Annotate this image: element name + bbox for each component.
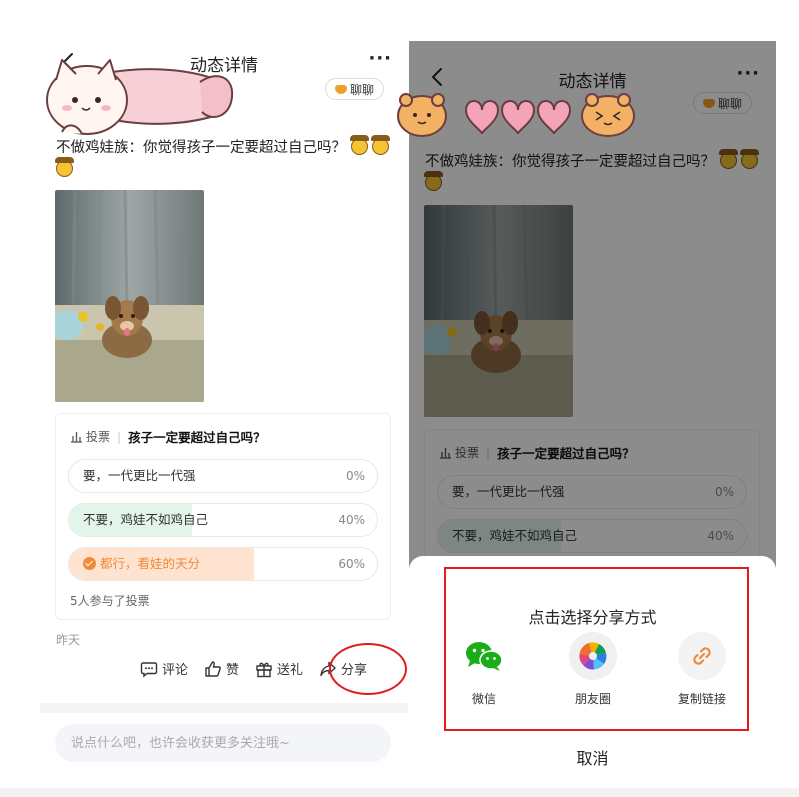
post-photo[interactable] [55, 190, 204, 402]
post-text-content: 不做鸡娃族：你觉得孩子一定要超过自己吗？ [425, 154, 715, 170]
vote-separator: | [486, 445, 491, 460]
vote-option[interactable]: 要，一代更比一代强 0% [68, 459, 378, 493]
check-circle-icon [83, 557, 96, 570]
post-photo[interactable] [424, 205, 573, 417]
gift-label: 送礼 [277, 663, 304, 678]
chat-button[interactable]: 聊聊 [325, 78, 385, 100]
like-label: 赞 [226, 663, 240, 678]
comment-label: 评论 [162, 663, 189, 678]
bear-hearts-sticker [397, 93, 635, 137]
post-time: 昨天 [56, 633, 81, 647]
vote-option-percent: 40% [707, 529, 734, 543]
cancel-button[interactable]: 取消 [409, 745, 776, 769]
vote-option-label: 都行，看娃的天分 [83, 548, 200, 580]
cowboy-emoji-icon [740, 149, 760, 169]
vote-option-label: 要，一代更比一代强 [452, 484, 565, 499]
cowboy-emoji-icon [55, 157, 74, 177]
cowboy-emoji-icon [718, 149, 738, 169]
vote-option[interactable]: 不要，鸡娃不如鸡自己 40% [437, 519, 747, 553]
vote-participants: 5人参与了投票 [70, 594, 150, 608]
gift-button[interactable]: 送礼 [255, 659, 303, 678]
vote-option-percent: 0% [714, 485, 734, 499]
share-highlight-ellipse [329, 643, 407, 695]
vote-separator: | [117, 429, 122, 444]
gift-icon [256, 662, 272, 677]
thumbs-up-icon [205, 660, 221, 677]
vote-option-selected[interactable]: 都行，看娃的天分 60% [68, 547, 378, 581]
vote-header: 投票 | 孩子一定要超过自己吗？ [439, 443, 635, 462]
bar-chart-icon [440, 447, 451, 459]
vote-option[interactable]: 要，一代更比一代强 0% [437, 475, 747, 509]
comment-icon [140, 661, 158, 677]
vote-option-percent: 0% [345, 469, 365, 483]
vote-option-percent: 60% [338, 557, 365, 571]
heart-icon [703, 98, 715, 108]
chat-button-label: 聊聊 [718, 96, 743, 111]
vote-option[interactable]: 不要，鸡娃不如鸡自己 40% [68, 503, 378, 537]
bar-chart-icon [71, 431, 82, 443]
vote-option-label: 不要，鸡娃不如鸡自己 [452, 528, 578, 543]
cowboy-emoji-icon [349, 135, 369, 155]
bottom-strip [0, 788, 799, 797]
post-text: 不做鸡娃族：你觉得孩子一定要超过自己吗？ [424, 149, 765, 195]
vote-option-label: 不要，鸡娃不如鸡自己 [83, 512, 209, 527]
more-options-icon[interactable]: ··· [736, 63, 760, 84]
vote-card: 投票 | 孩子一定要超过自己吗？ 要，一代更比一代强 0% 不要，鸡娃不如鸡自己… [55, 413, 391, 620]
chat-button[interactable]: 聊聊 [693, 92, 753, 114]
like-button[interactable]: 赞 [204, 659, 239, 678]
cat-candy-sticker [46, 59, 234, 135]
comment-button[interactable]: 评论 [140, 659, 188, 678]
vote-tag: 投票 [86, 430, 111, 444]
section-divider [40, 703, 408, 713]
cowboy-emoji-icon [371, 135, 391, 155]
dog-photo-image [55, 190, 204, 402]
cowboy-emoji-icon [424, 171, 443, 191]
heart-icon [335, 84, 347, 94]
vote-tag: 投票 [455, 446, 480, 460]
vote-question: 孩子一定要超过自己吗？ [128, 430, 266, 445]
vote-header: 投票 | 孩子一定要超过自己吗？ [70, 427, 266, 446]
page-title: 动态详情 [558, 72, 627, 92]
share-options-highlight-box [444, 567, 749, 731]
more-options-icon[interactable]: ··· [368, 48, 392, 69]
vote-option-percent: 40% [338, 513, 365, 527]
vote-option-text: 都行，看娃的天分 [100, 556, 201, 571]
vote-question: 孩子一定要超过自己吗？ [497, 446, 635, 461]
vote-option-label: 要，一代更比一代强 [83, 468, 196, 483]
comment-input[interactable] [55, 724, 391, 762]
dog-photo-image [424, 205, 573, 417]
chat-button-label: 聊聊 [350, 82, 375, 97]
